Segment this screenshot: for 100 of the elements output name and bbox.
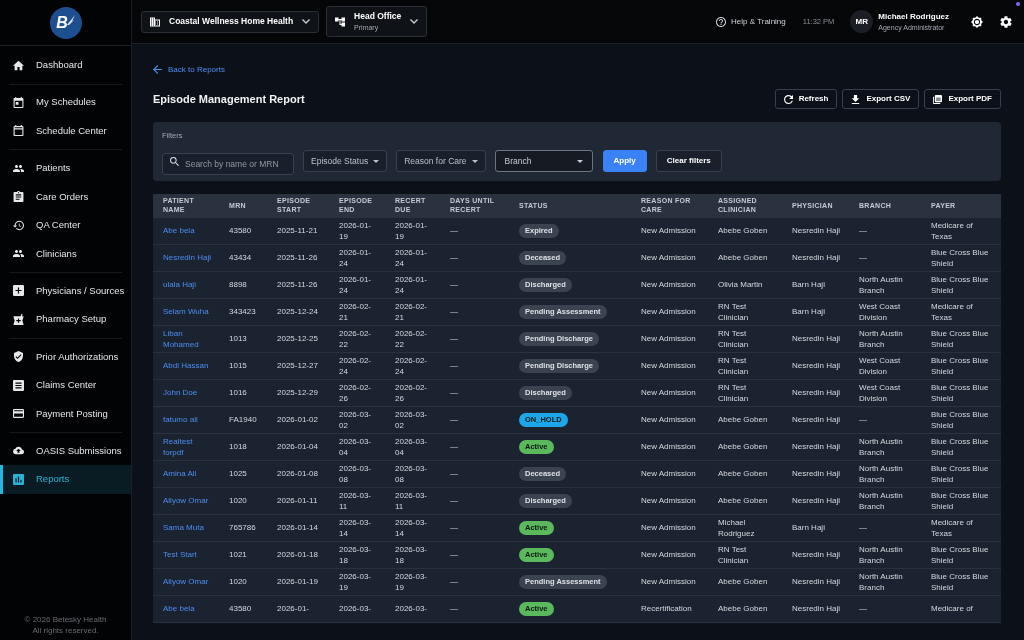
table-cell: 2026-01-19: [329, 217, 385, 244]
table-cell: Blue Cross Blue Shield: [921, 352, 1001, 379]
table-cell: —: [440, 514, 509, 541]
table-cell: 765786: [219, 514, 267, 541]
table-cell: North Austin Branch: [849, 271, 921, 298]
caret-icon: [576, 159, 583, 163]
history-icon: [13, 219, 24, 231]
sidebar-item[interactable]: QA Center: [0, 210, 131, 240]
table-cell: RN Test Clinician: [708, 541, 782, 568]
apply-button[interactable]: Apply: [602, 150, 647, 172]
table-cell: 2026-02-21: [385, 298, 440, 325]
table-cell: New Admission: [631, 433, 708, 460]
table-cell: North Austin Branch: [849, 541, 921, 568]
table-cell: 2026-01-24: [329, 271, 385, 298]
table-cell: Blue Cross Blue Shield: [921, 433, 1001, 460]
table-cell: Nesredin Haji: [782, 217, 849, 244]
filter-dropdown[interactable]: Reason for Care: [396, 150, 486, 172]
table-cell: Blue Cross Blue Shield: [921, 487, 1001, 514]
dot-icon: [1016, 2, 1020, 6]
table-cell: —: [440, 271, 509, 298]
table-cell: FA1940: [219, 406, 267, 433]
table-cell: Blue Cross Blue Shield: [921, 541, 1001, 568]
table-cell: 8898: [219, 271, 267, 298]
sidebar-item[interactable]: Prior Authorizations: [0, 342, 131, 371]
export-button[interactable]: Export CSV: [842, 89, 920, 109]
sidebar-item[interactable]: Dashboard: [0, 51, 131, 80]
table-cell: —: [440, 298, 509, 325]
table-cell: 2026-02-26: [329, 379, 385, 406]
sidebar-item[interactable]: My Schedules: [0, 88, 131, 117]
table-cell: 2026-02-22: [329, 325, 385, 352]
people-icon: [13, 162, 24, 174]
footer-text: All rights reserved.: [32, 626, 99, 635]
sidebar-item[interactable]: Physicians / Sources: [0, 276, 131, 306]
filter-dropdown[interactable]: Episode Status: [303, 150, 388, 172]
organization-selector[interactable]: Coastal Wellness Home Health: [141, 10, 320, 33]
table-cell: —: [440, 352, 509, 379]
table-cell: 1013: [219, 325, 267, 352]
sidebar-item[interactable]: Reports: [0, 465, 131, 494]
table-cell: Medicare of Texas: [921, 217, 1001, 244]
help-icon: [716, 16, 727, 27]
table-cell: Barn Haji: [782, 298, 849, 325]
table-cell: Abebe Goben: [708, 460, 782, 487]
table-cell: Nesredin Haji: [782, 460, 849, 487]
table-cell: 2026-03-19: [385, 568, 440, 595]
table-cell: 2026-01-24: [385, 244, 440, 271]
brightness-icon[interactable]: [971, 15, 983, 28]
sidebar-item[interactable]: Clinicians: [0, 239, 131, 269]
calendar-icon: [13, 96, 24, 108]
table-cell: 1015: [219, 352, 267, 379]
clear-button[interactable]: Clear filters: [655, 150, 722, 172]
table-cell: Abebe Goben: [708, 568, 782, 595]
table-cell: 2026-03-14: [329, 514, 385, 541]
sidebar-item[interactable]: Schedule Center: [0, 116, 131, 146]
table-cell: New Admission: [631, 298, 708, 325]
table-cell: Blue Cross Blue Shield: [921, 271, 1001, 298]
sidebar-item[interactable]: Payment Posting: [0, 399, 131, 429]
sidebar-item[interactable]: OASIS Submissions: [0, 436, 131, 466]
document-icon: [13, 379, 24, 391]
table-cell: 1025: [219, 460, 267, 487]
sidebar-item[interactable]: Patients: [0, 153, 131, 183]
sidebar-item[interactable]: Care Orders: [0, 182, 131, 211]
table-cell: 2026-02-26: [385, 379, 440, 406]
table-cell: Nesredin Haji: [782, 487, 849, 514]
table-cell: Medicare of Texas: [921, 298, 1001, 325]
table-cell: 2025-12-29: [267, 379, 329, 406]
table-cell: New Admission: [631, 514, 708, 541]
search-field[interactable]: Search by name or MRN: [162, 153, 294, 175]
select-field[interactable]: Branch: [494, 150, 593, 172]
table-cell: 2025-11-26: [267, 244, 329, 271]
refresh-button[interactable]: Refresh: [774, 89, 838, 109]
building-icon: [150, 16, 160, 27]
table-cell: —: [849, 406, 921, 433]
table-cell: New Admission: [631, 568, 708, 595]
table-cell: 2026-03-11: [385, 487, 440, 514]
table-cell: New Admission: [631, 244, 708, 271]
table-cell: Blue Cross Blue Shield: [921, 244, 1001, 271]
table-cell: —: [849, 217, 921, 244]
table-cell: 1021: [219, 541, 267, 568]
settings-icon[interactable]: [1000, 15, 1012, 28]
sidebar-item[interactable]: Pharmacy Setup: [0, 305, 131, 334]
table-cell: —: [440, 406, 509, 433]
table-cell: West Coast Division: [849, 352, 921, 379]
table-cell: Michael Rodriguez: [708, 514, 782, 541]
table-cell: Medicare of: [921, 595, 1001, 622]
table-cell: New Admission: [631, 406, 708, 433]
sidebar-item[interactable]: Claims Center: [0, 370, 131, 400]
back-link[interactable]: Back to Reports: [153, 64, 225, 75]
table-cell: 2025-11-26: [267, 271, 329, 298]
table-cell: 2025-12-25: [267, 325, 329, 352]
refresh-icon: [783, 94, 793, 104]
export-button[interactable]: Export PDF: [924, 89, 1001, 109]
avatar[interactable]: MR: [850, 10, 874, 33]
table-cell: New Admission: [631, 379, 708, 406]
table-cell: North Austin Branch: [849, 460, 921, 487]
bar-chart-icon: [13, 474, 24, 485]
table-cell: 2026-01-24: [329, 244, 385, 271]
table-cell: —: [440, 487, 509, 514]
help-link[interactable]: Help & Training: [716, 15, 786, 28]
table-cell: 2026-03-02: [385, 406, 440, 433]
table-cell: 2026-03-: [329, 595, 385, 622]
